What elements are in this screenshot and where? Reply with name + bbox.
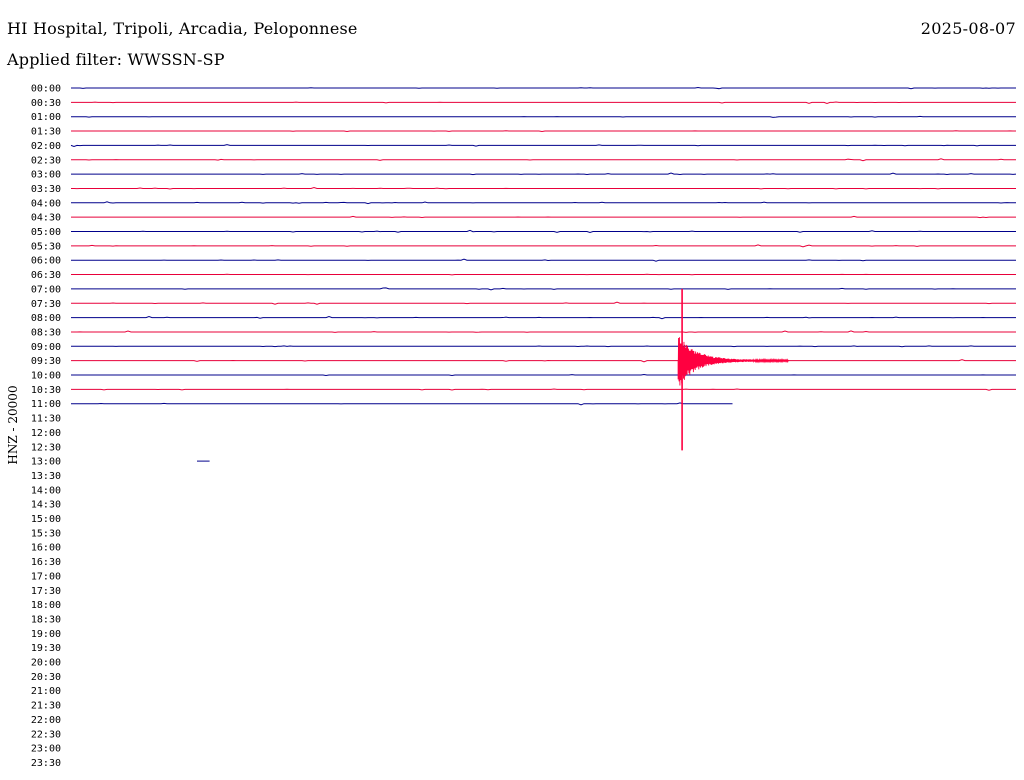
trace-row-1030 (71, 388, 1016, 391)
row-label-0330: 03:30 (31, 184, 61, 195)
row-label-1600: 16:00 (31, 543, 61, 554)
event-coda (677, 337, 789, 386)
trace-row-0530 (71, 244, 1016, 248)
row-label-1400: 14:00 (31, 485, 61, 496)
trace-row-0200 (70, 144, 1016, 148)
row-label-2200: 22:00 (31, 715, 61, 726)
row-label-0400: 04:00 (31, 198, 61, 209)
trace-row-0500 (71, 229, 1016, 233)
trace-row-0000 (71, 87, 1016, 90)
trace-row-0130 (71, 130, 1016, 133)
row-label-1930: 19:30 (31, 643, 61, 654)
row-label-0730: 07:30 (31, 299, 61, 310)
row-label-2330: 23:30 (31, 758, 61, 769)
row-label-0900: 09:00 (31, 342, 61, 353)
trace-row-0900 (71, 345, 1016, 348)
trace-row-0400 (71, 201, 1016, 205)
trace-row-0730 (71, 301, 1016, 305)
row-label-0030: 00:30 (31, 98, 61, 109)
row-label-1000: 10:00 (31, 371, 61, 382)
row-label-0630: 06:30 (31, 270, 61, 281)
helicorder-chart: 00:00 00:30 01:00 01:30 02:00 02:30 03:00 03:30… (31, 84, 1017, 769)
row-label-2300: 23:00 (31, 744, 61, 755)
row-label-1030: 10:30 (31, 385, 61, 396)
row-label-0430: 04:30 (31, 213, 61, 224)
row-label-2100: 21:00 (31, 686, 61, 697)
row-label-2000: 20:00 (31, 658, 61, 669)
trace-row-0700 (71, 287, 1016, 291)
trace-row-0230 (71, 158, 1016, 162)
row-label-1100: 11:00 (31, 399, 61, 410)
row-label-0600: 06:00 (31, 256, 61, 267)
row-label-1530: 15:30 (31, 528, 61, 539)
trace-row-0800 (71, 315, 1016, 320)
row-label-1300: 13:00 (31, 457, 61, 468)
row-label-0130: 01:30 (31, 127, 61, 138)
row-label-1500: 15:00 (31, 514, 61, 525)
trace-row-0330 (71, 186, 1016, 190)
row-label-1200: 12:00 (31, 428, 61, 439)
trace-row-1100 (71, 402, 733, 406)
trace-row-0430 (71, 215, 1016, 219)
row-label-0930: 09:30 (31, 356, 61, 367)
trace-row-0630 (71, 273, 1016, 276)
row-label-1230: 12:30 (31, 442, 61, 453)
row-label-1130: 11:30 (31, 414, 61, 425)
row-label-1900: 19:00 (31, 629, 61, 640)
row-label-0830: 08:30 (31, 327, 61, 338)
row-label-1430: 14:30 (31, 500, 61, 511)
row-label-0300: 03:00 (31, 170, 61, 181)
trace-row-0300 (71, 172, 1017, 176)
row-label-0530: 05:30 (31, 241, 61, 252)
row-label-1700: 17:00 (31, 571, 61, 582)
row-label-2030: 20:30 (31, 672, 61, 683)
row-label-0500: 05:00 (31, 227, 61, 238)
row-label-0800: 08:00 (31, 313, 61, 324)
row-label-0000: 00:00 (31, 84, 61, 95)
row-label-0230: 02:30 (31, 155, 61, 166)
trace-row-0030 (71, 101, 1016, 105)
row-label-1630: 16:30 (31, 557, 61, 568)
row-label-2130: 21:30 (31, 701, 61, 712)
row-label-1330: 13:30 (31, 471, 61, 482)
trace-row-0100 (71, 115, 1016, 118)
row-label-0200: 02:00 (31, 141, 61, 152)
row-label-0700: 07:00 (31, 284, 61, 295)
earthquake-event-0 (677, 288, 789, 451)
row-label-2230: 22:30 (31, 729, 61, 740)
trace-row-1000 (71, 374, 1016, 376)
row-label-0100: 01:00 (31, 112, 61, 123)
trace-row-0600 (71, 258, 1016, 262)
row-label-1800: 18:00 (31, 600, 61, 611)
trace-row-0930 (71, 359, 1016, 363)
trace-row-0830 (71, 330, 1016, 333)
row-label-1730: 17:30 (31, 586, 61, 597)
row-label-1830: 18:30 (31, 614, 61, 625)
